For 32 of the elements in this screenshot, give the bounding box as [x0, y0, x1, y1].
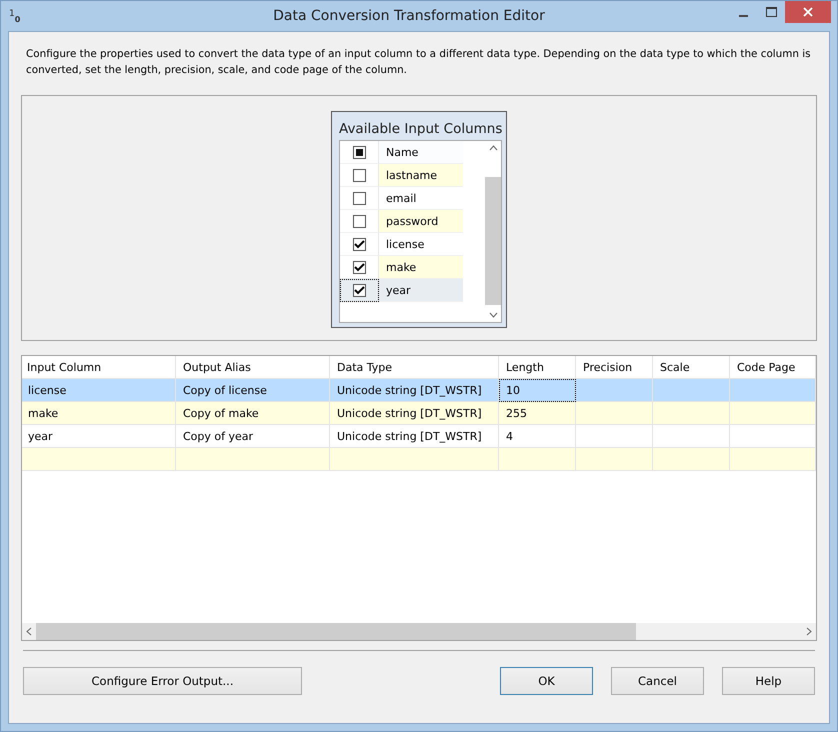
- select-all-checkbox[interactable]: [352, 146, 366, 158]
- table-cell: Unicode string [DT_WSTR]: [330, 402, 499, 425]
- table-cell: make: [22, 402, 176, 425]
- checkbox[interactable]: [352, 192, 366, 204]
- scroll-left-icon[interactable]: [26, 627, 32, 636]
- checkbox[interactable]: [352, 238, 366, 250]
- close-icon: [803, 7, 813, 17]
- checkbox[interactable]: [352, 168, 366, 182]
- scroll-up-icon[interactable]: [488, 145, 498, 151]
- window-title: Data Conversion Transformation Editor: [272, 8, 546, 24]
- maximize-icon: [766, 7, 776, 17]
- column-name[interactable]: make: [379, 256, 463, 279]
- dialog-button[interactable]: Cancel: [611, 667, 704, 695]
- table-cell: 255: [499, 402, 576, 425]
- close-button[interactable]: [785, 1, 831, 23]
- horizontal-scrollbar[interactable]: [22, 623, 816, 640]
- description-text: Configure the properties used to convert the data type of an input column to a different data type. Depending on the data type to which the column is converted, set the length, precision, scale, and code page of the column.: [26, 47, 812, 78]
- column-name[interactable]: password: [379, 210, 463, 233]
- checkbox[interactable]: [352, 260, 366, 274]
- scroll-right-icon[interactable]: [806, 627, 812, 636]
- checkbox[interactable]: [352, 284, 366, 296]
- dialog-button[interactable]: OK: [500, 667, 593, 695]
- box-title: Available Input Columns: [339, 120, 502, 139]
- dialog-button[interactable]: Help: [722, 667, 815, 695]
- configure-error-output-button[interactable]: Configure Error Output...: [23, 667, 302, 695]
- scroll-down-icon[interactable]: [488, 312, 498, 318]
- minimize-icon: [738, 15, 748, 17]
- column-name[interactable]: lastname: [379, 164, 463, 187]
- table-cell: Copy of make: [176, 402, 330, 425]
- column-header: Name: [379, 141, 463, 164]
- checkbox[interactable]: [352, 214, 366, 228]
- column-name[interactable]: year: [379, 279, 463, 302]
